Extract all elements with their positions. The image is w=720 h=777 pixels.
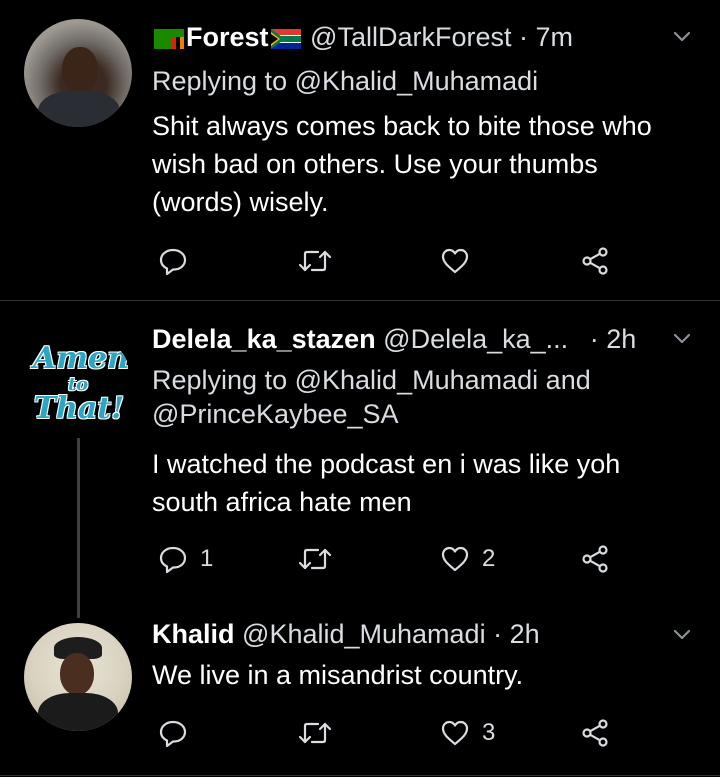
avatar-face xyxy=(60,653,94,695)
replying-to: Replying to @Khalid_Muhamadi xyxy=(152,64,538,98)
retweet-icon xyxy=(298,250,332,272)
tweet-divider xyxy=(0,775,720,776)
tweet-text: We live in a misandrist country. xyxy=(152,660,524,690)
tweet-header: Forest @TallDarkForest · 7m xyxy=(152,20,573,54)
mention-link[interactable]: @Khalid_Muhamadi xyxy=(295,66,539,96)
reply-button[interactable] xyxy=(158,716,200,750)
avatar-delela[interactable]: Amen to That! xyxy=(24,330,132,438)
avatar-khalid[interactable] xyxy=(24,623,132,731)
retweet-button[interactable] xyxy=(298,542,344,576)
share-icon xyxy=(582,545,608,573)
timestamp[interactable]: 2h xyxy=(510,619,540,649)
timestamp[interactable]: 2h xyxy=(606,324,636,354)
chevron-down-icon[interactable] xyxy=(672,329,692,349)
avatar-forest[interactable] xyxy=(24,19,132,127)
reply-icon xyxy=(159,720,187,748)
mention-link[interactable]: @Khalid_Muhamadi xyxy=(295,365,539,395)
south-africa-flag-icon xyxy=(270,29,301,49)
tweet-actions: 1 2 xyxy=(152,542,622,576)
chevron-down-icon[interactable] xyxy=(672,27,692,47)
tweet-forest[interactable]: Forest @TallDarkForest · 7m Replying to … xyxy=(0,0,720,300)
user-handle[interactable]: @TallDarkForest xyxy=(310,22,511,52)
replying-joiner: and xyxy=(545,365,591,395)
tweet-header: Khalid @Khalid_Muhamadi · 2h xyxy=(152,617,540,651)
display-name[interactable]: Delela_ka_stazen xyxy=(152,324,376,354)
tweet-actions xyxy=(152,244,622,278)
share-button[interactable] xyxy=(580,244,610,278)
zambia-flag-icon xyxy=(154,29,184,49)
retweet-icon xyxy=(298,548,332,570)
heart-icon xyxy=(441,720,469,746)
chevron-down-icon[interactable] xyxy=(672,625,692,645)
tweet-actions: 3 xyxy=(152,716,622,750)
tweet-header: Delela_ka_stazen @Delela_ka_... · 2h xyxy=(152,322,636,356)
reply-button[interactable]: 1 xyxy=(158,542,213,576)
user-handle[interactable]: @Khalid_Muhamadi xyxy=(242,619,486,649)
heart-icon xyxy=(441,248,469,274)
tweet-divider xyxy=(0,300,720,301)
replying-to: Replying to @Khalid_Muhamadi and @Prince… xyxy=(152,363,692,431)
display-name[interactable]: Forest xyxy=(186,22,269,52)
tweet-text: Shit always comes back to bite those who… xyxy=(152,111,652,217)
retweet-button[interactable] xyxy=(298,716,344,750)
share-button[interactable] xyxy=(580,716,610,750)
like-count: 3 xyxy=(482,719,496,746)
like-button[interactable] xyxy=(440,244,482,278)
separator-dot: · xyxy=(493,619,503,649)
avatar-face xyxy=(62,47,98,93)
like-count: 2 xyxy=(482,545,496,572)
avatar-word-amen: Amen xyxy=(33,341,129,376)
tweet-text: I watched the podcast en i was like yoh … xyxy=(152,449,621,517)
avatar-shirt xyxy=(38,693,118,731)
avatar-word-that: That! xyxy=(33,391,125,426)
share-icon xyxy=(582,247,608,275)
retweet-icon xyxy=(298,722,332,744)
retweet-button[interactable] xyxy=(298,244,344,278)
separator-dot: · xyxy=(519,22,529,52)
reply-count: 1 xyxy=(200,545,214,572)
reply-button[interactable] xyxy=(158,244,200,278)
avatar-amen-graphic: Amen to That! xyxy=(24,344,132,424)
mention-link[interactable]: @PrinceKaybee_SA xyxy=(152,399,399,429)
share-icon xyxy=(582,719,608,747)
timestamp[interactable]: 7m xyxy=(536,22,574,52)
like-button[interactable]: 3 xyxy=(440,716,495,750)
reply-icon xyxy=(159,546,187,574)
thread-line xyxy=(77,438,80,618)
display-name[interactable]: Khalid xyxy=(152,619,235,649)
replying-prefix: Replying to xyxy=(152,365,288,395)
avatar-shirt xyxy=(38,91,120,127)
share-button[interactable] xyxy=(580,542,610,576)
replying-prefix: Replying to xyxy=(152,66,288,96)
separator-dot: · xyxy=(589,324,599,354)
like-button[interactable]: 2 xyxy=(440,542,495,576)
reply-icon xyxy=(159,248,187,276)
user-handle[interactable]: @Delela_ka_... xyxy=(383,324,568,354)
heart-icon xyxy=(441,546,469,572)
